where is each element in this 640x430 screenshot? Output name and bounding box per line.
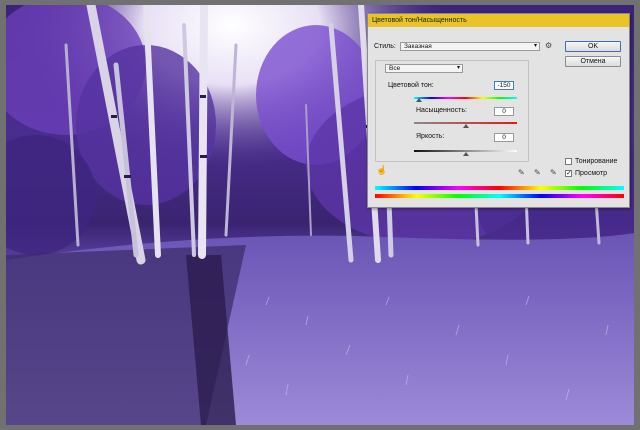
hue-label: Цветовой тон: <box>388 82 434 89</box>
hue-input[interactable]: -150 <box>494 81 514 90</box>
lightness-input[interactable]: 0 <box>494 133 514 142</box>
style-label: Стиль: <box>374 43 396 50</box>
output-color-bar <box>375 194 624 198</box>
colorize-label: Тонирование <box>575 158 618 165</box>
style-select[interactable]: Заказная ▾ <box>400 42 540 51</box>
style-select-value: Заказная <box>404 43 432 50</box>
dialog-titlebar[interactable]: Цветовой тон/Насыщенность <box>368 14 629 27</box>
preview-checkbox[interactable]: ✓ <box>565 170 572 177</box>
hue-saturation-dialog: Цветовой тон/Насыщенность Стиль: Заказна… <box>367 13 630 208</box>
saturation-label: Насыщенность: <box>416 107 467 114</box>
dialog-title: Цветовой тон/Насыщенность <box>372 17 467 24</box>
lightness-slider-thumb[interactable] <box>463 152 469 156</box>
saturation-slider-thumb[interactable] <box>463 124 469 128</box>
eyedropper-icon[interactable]: ✎ <box>518 169 525 177</box>
hand-tool-icon[interactable]: ☝ <box>376 166 387 175</box>
saturation-input[interactable]: 0 <box>494 107 514 116</box>
preview-label: Просмотр <box>575 170 607 177</box>
ok-button[interactable]: OK <box>565 41 621 52</box>
hue-slider-track[interactable] <box>414 97 517 99</box>
cancel-button[interactable]: Отмена <box>565 56 621 67</box>
hue-slider-thumb[interactable] <box>416 98 422 102</box>
gear-icon[interactable]: ⚙ <box>545 42 552 50</box>
colorize-checkbox[interactable] <box>565 158 572 165</box>
chevron-down-icon: ▾ <box>533 43 537 49</box>
input-color-bar <box>375 186 624 190</box>
eyedropper-minus-icon[interactable]: ✎ <box>550 169 557 177</box>
lightness-label: Яркость: <box>416 133 445 140</box>
eyedropper-plus-icon[interactable]: ✎ <box>534 169 541 177</box>
